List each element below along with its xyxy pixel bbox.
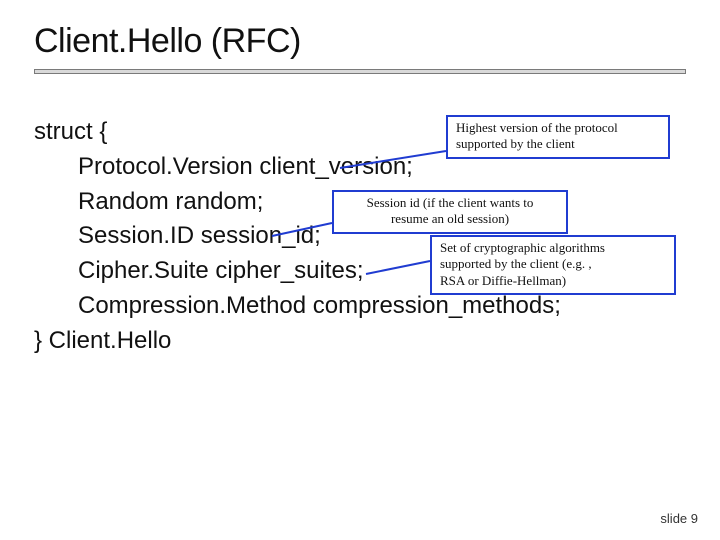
- code-line-7: } Client.Hello: [34, 324, 561, 359]
- callout-text: Highest version of the protocol: [456, 120, 660, 136]
- title-rule: [34, 69, 686, 74]
- title-rule-wrap: [0, 69, 720, 74]
- callout-text: RSA or Diffie-Hellman): [440, 273, 666, 289]
- callout-text: Set of cryptographic algorithms: [440, 240, 666, 256]
- callout-text: Session id (if the client wants to: [342, 195, 558, 211]
- callout-text: supported by the client: [456, 136, 660, 152]
- page-title: Client.Hello (RFC): [0, 22, 720, 61]
- callout-protocol-version: Highest version of the protocol supporte…: [446, 115, 670, 159]
- callout-cipher-suites: Set of cryptographic algorithms supporte…: [430, 235, 676, 295]
- slide: Client.Hello (RFC) struct { Protocol.Ver…: [0, 0, 720, 540]
- callout-text: resume an old session): [342, 211, 558, 227]
- slide-number: slide 9: [660, 511, 698, 526]
- callout-text: supported by the client (e.g. ,: [440, 256, 666, 272]
- callout-session-id: Session id (if the client wants to resum…: [332, 190, 568, 234]
